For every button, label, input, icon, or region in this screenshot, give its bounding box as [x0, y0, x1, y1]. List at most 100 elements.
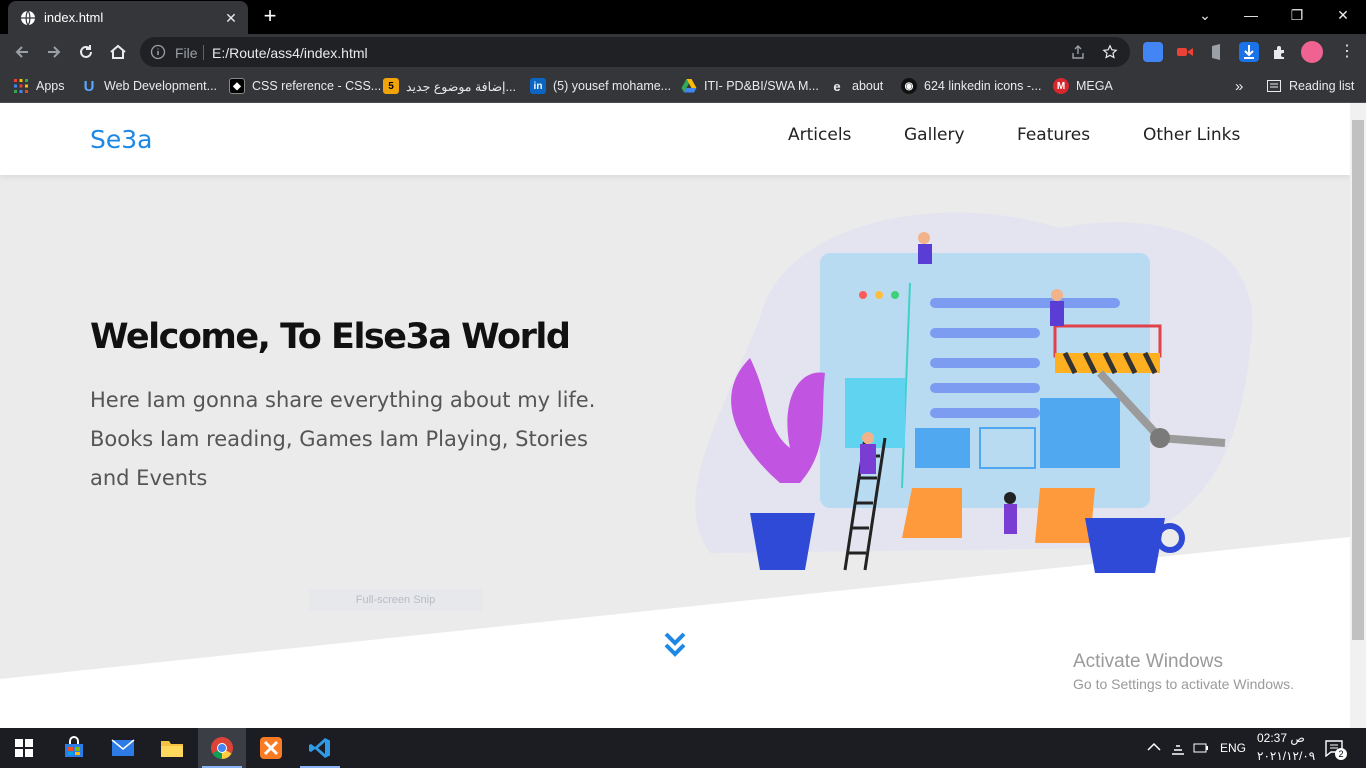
bookmarks-overflow-button[interactable]: » [1235, 76, 1243, 96]
share-icon[interactable] [1070, 44, 1086, 60]
battery-power-icon[interactable] [1193, 740, 1209, 756]
nav-link-other-links[interactable]: Other Links [1143, 125, 1240, 145]
screen: index.html ✕ + ⌄ — ❐ ✕ File E:/Route/ass… [0, 0, 1366, 768]
bookmark-label: 624 linkedin icons -... [924, 79, 1042, 93]
back-arrow-icon [15, 46, 28, 58]
language-indicator[interactable]: ENG [1220, 741, 1246, 755]
windows-logo-icon [15, 739, 33, 757]
html5-icon: 5 [383, 78, 399, 94]
close-tab-icon[interactable]: ✕ [222, 9, 240, 27]
snip-overlay: Full-screen Snip [309, 589, 482, 611]
url-text[interactable]: E:/Route/ass4/index.html [212, 45, 368, 61]
about-icon: e [833, 78, 841, 94]
google-drive-icon [681, 78, 697, 94]
home-icon [110, 44, 126, 59]
back-button[interactable] [9, 39, 35, 65]
hero-title: Welcome, To Else3a World [90, 317, 571, 357]
taskbar-store[interactable] [50, 728, 98, 768]
overflow-chevron-icon: » [1235, 77, 1244, 95]
minimize-button[interactable]: — [1228, 0, 1274, 30]
new-tab-button[interactable]: + [258, 5, 282, 29]
scrollbar-thumb[interactable] [1352, 120, 1364, 640]
site-header: Se3a Articels Gallery Features Other Lin… [0, 103, 1350, 175]
bookmark-label: Web Development... [104, 79, 218, 93]
site-logo[interactable]: Se3a [90, 125, 152, 154]
profile-avatar[interactable] [1301, 41, 1323, 63]
apps-grid-icon [13, 78, 29, 94]
globe-icon [21, 10, 35, 26]
bookmark-label: إضافة موضوع جديد... [406, 79, 516, 94]
browser-tab[interactable]: index.html ✕ [8, 1, 248, 34]
bookmark-iti-drive[interactable]: ITI- PD&BI/SWA M... [681, 76, 819, 96]
bookmark-star-icon[interactable] [1102, 44, 1118, 60]
network-icon[interactable] [1170, 740, 1186, 756]
home-button[interactable] [105, 39, 131, 65]
reading-list-button[interactable]: Reading list [1266, 76, 1354, 96]
menu-kebab-icon[interactable]: ⋮ [1337, 42, 1357, 62]
bookmark-label: CSS reference - CSS... [252, 79, 382, 93]
tab-title: index.html [44, 10, 104, 25]
reload-button[interactable] [73, 39, 99, 65]
clock-time[interactable]: 02:37 ص [1257, 731, 1305, 745]
tray-chevron-up-icon[interactable] [1147, 741, 1161, 753]
restore-button[interactable]: ❐ [1274, 0, 1320, 30]
bookmark-css-reference[interactable]: ◆ CSS reference - CSS... [229, 76, 381, 96]
reading-list-icon [1266, 78, 1282, 94]
activate-windows-title: Activate Windows [1073, 651, 1223, 672]
bookmark-arabic-topic[interactable]: 5 إضافة موضوع جديد... [383, 76, 516, 96]
bookmark-linkedin-profile[interactable]: in (5) yousef mohame... [530, 76, 671, 96]
hero-illustration [695, 212, 1253, 573]
clock-date[interactable]: ٢٠٢١/١٢/٠٩ [1257, 749, 1315, 763]
scheme-label: File [175, 45, 198, 61]
taskbar-mail[interactable] [99, 728, 147, 768]
info-icon[interactable] [150, 44, 166, 60]
download-icon[interactable] [1239, 42, 1259, 62]
store-bag-icon [65, 736, 83, 757]
bookmark-label: MEGA [1076, 79, 1113, 93]
reading-list-label: Reading list [1289, 79, 1355, 93]
activate-windows-subtitle: Go to Settings to activate Windows. [1073, 676, 1294, 692]
screen-record-icon[interactable] [1175, 42, 1195, 62]
browser-toolbar: File E:/Route/ass4/index.html ⋮ [0, 34, 1366, 70]
taskbar-file-explorer[interactable] [148, 728, 196, 768]
forward-button[interactable] [41, 39, 67, 65]
close-window-button[interactable]: ✕ [1320, 0, 1366, 30]
bookmark-label: ITI- PD&BI/SWA M... [704, 79, 819, 93]
bookmark-apps[interactable]: Apps [13, 76, 65, 96]
address-bar[interactable]: File E:/Route/ass4/index.html [140, 37, 1130, 67]
scroll-down-icon[interactable] [663, 630, 687, 660]
nav-link-articles[interactable]: Articels [788, 125, 851, 145]
page-scrollbar[interactable] [1350, 103, 1366, 728]
bookmark-mega[interactable]: M MEGA [1053, 76, 1113, 96]
linkedin-icon: in [530, 78, 546, 94]
bookmark-label: Apps [36, 79, 65, 93]
bookmark-label: about [852, 79, 884, 93]
office-icon[interactable] [1207, 42, 1227, 62]
xampp-icon [260, 737, 282, 759]
bookmark-about[interactable]: e about [829, 76, 883, 96]
nav-link-gallery[interactable]: Gallery [904, 125, 965, 145]
omnibox-divider [203, 45, 204, 60]
tab-search-icon[interactable]: ⌄ [1182, 0, 1228, 30]
taskbar-vscode[interactable] [296, 728, 344, 768]
web-page: Se3a Articels Gallery Features Other Lin… [0, 103, 1350, 728]
bookmark-linkedin-icons[interactable]: ◉ 624 linkedin icons -... [901, 76, 1041, 96]
google-translate-icon[interactable] [1143, 42, 1163, 62]
taskbar-xampp[interactable] [247, 728, 295, 768]
notification-count-badge: 2 [1335, 748, 1347, 760]
extensions-puzzle-icon[interactable] [1270, 42, 1290, 62]
udemy-icon: U [83, 77, 95, 95]
bookmark-label: (5) yousef mohame... [553, 79, 672, 93]
hero-description: Here Iam gonna share everything about my… [90, 388, 596, 490]
windows-taskbar: ENG 02:37 ص ٢٠٢١/١٢/٠٩ 2 [0, 728, 1366, 768]
icons-site-icon: ◉ [901, 78, 917, 94]
mdn-icon: ◆ [229, 78, 245, 94]
taskbar-chrome[interactable] [198, 728, 246, 768]
forward-arrow-icon [48, 46, 61, 58]
bookmark-web-development[interactable]: U Web Development... [81, 76, 217, 96]
reload-icon [80, 45, 92, 58]
mega-icon: M [1053, 78, 1069, 94]
nav-link-features[interactable]: Features [1017, 125, 1090, 145]
mail-icon [111, 739, 135, 756]
start-button[interactable] [0, 728, 48, 768]
